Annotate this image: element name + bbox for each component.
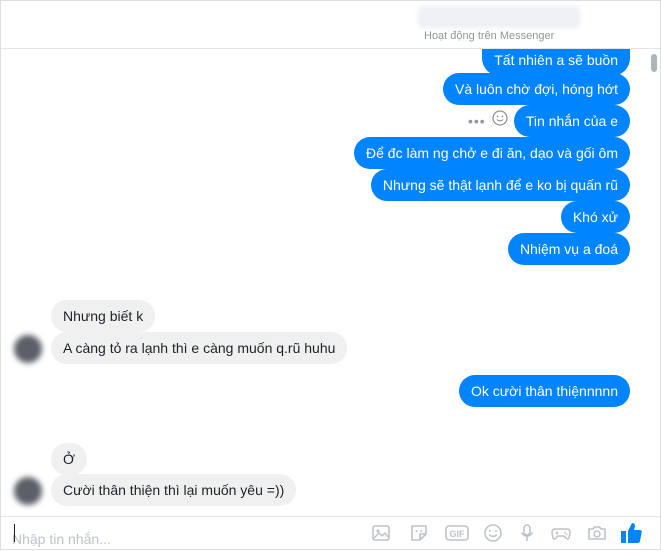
chat-header: Hoạt động trên Messenger	[0, 0, 661, 49]
contact-avatar[interactable]	[14, 335, 42, 363]
message-bubble-outgoing[interactable]: Tin nhắn của e	[513, 105, 630, 137]
microphone-icon[interactable]	[516, 522, 538, 544]
message-input[interactable]	[12, 529, 342, 549]
chat-scrollbar[interactable]	[650, 50, 658, 508]
emoji-icon[interactable]	[482, 522, 504, 544]
more-options-icon[interactable]: •••	[468, 113, 486, 129]
svg-text:GIF: GIF	[450, 529, 466, 539]
message-bubble-outgoing[interactable]: Khó xử	[560, 201, 630, 233]
message-bubble-outgoing[interactable]: Nhiệm vụ a đoá	[507, 233, 630, 265]
camera-icon[interactable]	[586, 522, 608, 544]
message-actions: •••	[468, 110, 508, 131]
message-bubble-incoming[interactable]: A càng tỏ ra lạnh thì e càng muốn q.rũ h…	[51, 332, 348, 364]
gif-icon[interactable]: GIF	[444, 522, 470, 544]
message-bubble-outgoing[interactable]: Để đc làm ng chở e đi ăn, dạo và gối ôm	[354, 137, 630, 169]
message-bubble-outgoing[interactable]: Và luôn chờ đợi, hóng hớt	[443, 73, 630, 105]
text-cursor	[14, 524, 15, 542]
message-bubble-outgoing[interactable]: Nhưng sẽ thật lạnh để e ko bị quấn rũ	[370, 169, 630, 201]
active-status: Hoạt động trên Messenger	[424, 30, 555, 42]
like-icon[interactable]	[618, 520, 644, 546]
message-bubble-incoming[interactable]: Nhưng biết k	[51, 300, 156, 332]
message-bubble-incoming[interactable]: Ở	[51, 443, 88, 475]
contact-name-blurred[interactable]	[418, 6, 580, 28]
message-bubble-incoming[interactable]: Cười thân thiện thì lại muốn yêu =))	[51, 474, 297, 506]
message-list[interactable]: Tất nhiên a sẽ buồn Và luôn chờ đợi, hón…	[0, 49, 661, 510]
message-bubble-outgoing[interactable]: Tất nhiên a sẽ buồn	[482, 49, 630, 76]
scrollbar-thumb[interactable]	[651, 54, 657, 72]
emoji-reaction-icon[interactable]	[492, 110, 508, 131]
contact-avatar[interactable]	[14, 477, 42, 505]
sticker-icon[interactable]	[408, 522, 430, 544]
game-icon[interactable]	[550, 522, 572, 544]
photo-icon[interactable]	[370, 522, 392, 544]
message-bubble-outgoing[interactable]: Ok cười thân thiệnnnnn	[459, 375, 630, 407]
